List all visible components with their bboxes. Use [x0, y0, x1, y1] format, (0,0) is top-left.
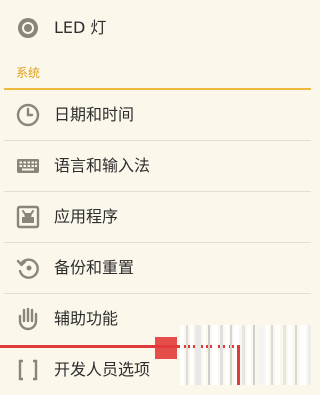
- backup-icon: [16, 258, 39, 279]
- settings-item-led[interactable]: LED 灯: [0, 3, 315, 53]
- section-header-system: 系统: [0, 60, 315, 90]
- hand-icon: [18, 307, 38, 331]
- settings-item-label: 语言和输入法: [54, 156, 151, 175]
- settings-item-label: 辅助功能: [54, 309, 119, 328]
- settings-item-label: 开发人员选项: [54, 360, 151, 379]
- settings-item-label: 备份和重置: [54, 258, 135, 277]
- settings-item-label: 日期和时间: [54, 105, 135, 124]
- settings-item-language-input[interactable]: 语言和输入法: [0, 141, 315, 191]
- highlight-line-vertical: [237, 345, 240, 385]
- keyboard-icon: [17, 159, 39, 173]
- led-icon: [18, 18, 38, 38]
- section-title: 系统: [16, 66, 41, 80]
- settings-item-label: LED 灯: [54, 18, 107, 37]
- developer-icon: [18, 359, 38, 381]
- settings-item-backup-reset[interactable]: 备份和重置: [0, 243, 315, 293]
- settings-item-apps[interactable]: 应用程序: [0, 192, 315, 242]
- settings-item-label: 应用程序: [54, 207, 119, 226]
- render-glitch: [150, 325, 315, 385]
- settings-item-date-time[interactable]: 日期和时间: [0, 90, 315, 140]
- settings-screen: LED 灯 系统 日期和时间 语言和输入法 应用程序 备份和重置 辅助功能 开发…: [0, 0, 315, 385]
- clock-icon: [16, 103, 40, 127]
- apps-icon: [16, 205, 40, 229]
